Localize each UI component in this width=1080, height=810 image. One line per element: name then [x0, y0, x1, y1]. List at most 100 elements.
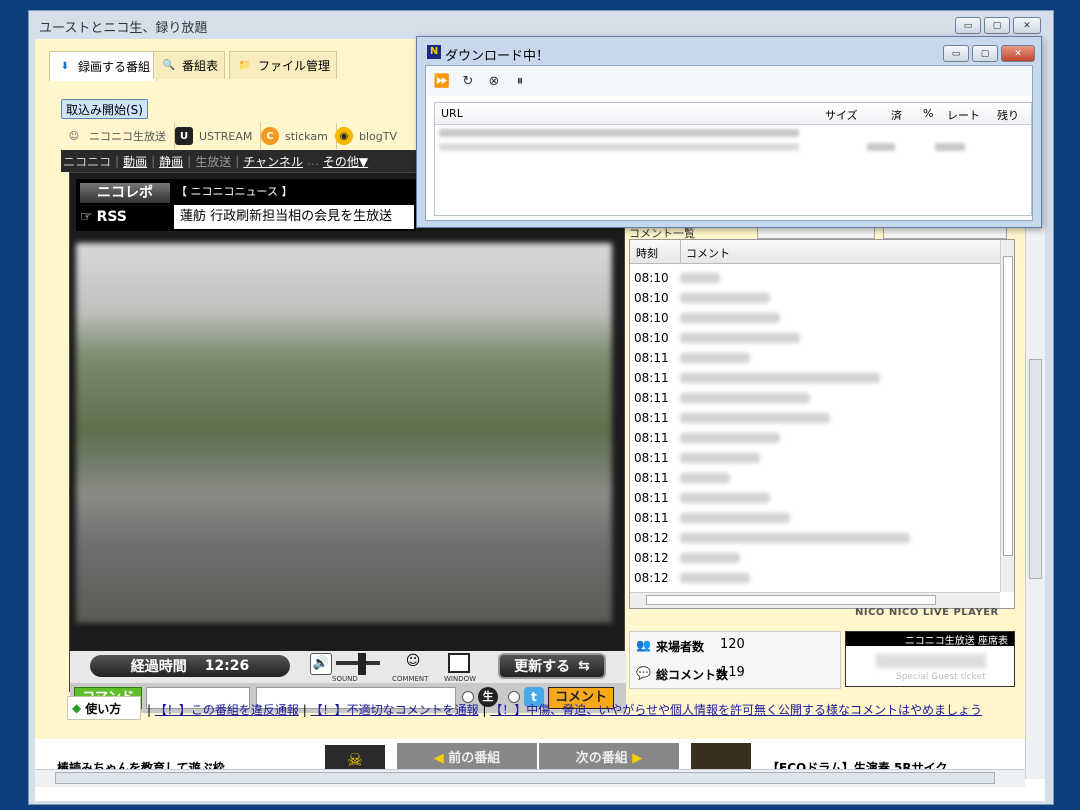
comment-row[interactable]: 08:10 [630, 328, 1000, 348]
main-window-title: ユーストとニコ生、録り放題 [39, 21, 208, 36]
load-start-button[interactable]: 取込み開始(S) [61, 99, 148, 119]
nicorepo-logo: ニコレポ [80, 183, 170, 203]
download-row-url-blurred[interactable] [439, 143, 799, 151]
download-caption-buttons: ▭ ▢ ✕ [943, 45, 1035, 62]
comment-row[interactable]: 08:12 [630, 548, 1000, 568]
fast-forward-icon[interactable]: ⏩ [434, 73, 450, 89]
nav-seiga[interactable]: 静画 [159, 153, 183, 170]
nav-channel[interactable]: チャンネル [243, 153, 303, 170]
video-frame[interactable] [76, 243, 612, 623]
comment-time: 08:11 [634, 451, 669, 465]
comment-toggle-icon[interactable]: ☺ [398, 653, 428, 673]
service-ustream[interactable]: U USTREAM [175, 123, 262, 149]
download-row-title-blurred[interactable] [439, 129, 799, 137]
blogtv-icon: ◉ [335, 127, 353, 145]
comment-row[interactable]: 08:11 [630, 348, 1000, 368]
col-comment[interactable]: コメント [686, 245, 730, 261]
window-label: WINDOW [444, 675, 477, 683]
elapsed-label: 経過時間 [130, 659, 187, 675]
comment-row[interactable]: 08:10 [630, 268, 1000, 288]
report-program-link[interactable]: 【！】この番組を違反通報 [155, 703, 299, 717]
comment-rule-link[interactable]: 【！】中傷、脅迫、いやがらせや個人情報を許可無く公開する様なコメントはやめましょ… [490, 703, 982, 717]
comment-row[interactable]: 08:11 [630, 488, 1000, 508]
rss-label: RSS [96, 209, 127, 225]
comment-row[interactable]: 08:11 [630, 408, 1000, 428]
comment-text-blurred [680, 533, 910, 543]
comment-time: 08:11 [634, 411, 669, 425]
tab-schedule[interactable]: 🔍 番組表 [153, 51, 226, 79]
comment-row[interactable]: 08:10 [630, 288, 1000, 308]
minimize-button[interactable]: ▭ [955, 17, 981, 34]
service-ustream-label: USTREAM [199, 129, 253, 143]
col-done[interactable]: 済 [891, 107, 902, 123]
comment-row[interactable]: 08:11 [630, 448, 1000, 468]
maximize-button[interactable]: ▢ [984, 17, 1010, 34]
download-client: ⏩ ↻ ⊗ ⏸ URL サイズ 済 % レート 残り [425, 65, 1033, 221]
prev-program-label: 前の番組 [448, 751, 501, 766]
comment-row[interactable]: 08:11 [630, 508, 1000, 528]
tab-files[interactable]: 📁 ファイル管理 [229, 51, 338, 79]
comment-row[interactable]: 08:11 [630, 368, 1000, 388]
report-comment-link[interactable]: 【！】不適切なコメントを通報 [311, 703, 479, 717]
main-hscroll-thumb[interactable] [55, 772, 995, 784]
comment-time: 08:11 [634, 491, 669, 505]
player-brand-footer: NICO NICO LIVE PLAYER [855, 607, 999, 618]
comment-row[interactable]: 08:11 [630, 388, 1000, 408]
dl-minimize-button[interactable]: ▭ [943, 45, 969, 62]
col-remaining[interactable]: 残り [997, 107, 1019, 123]
main-hscrollbar[interactable] [35, 769, 1025, 787]
comment-row[interactable]: 08:10 [630, 308, 1000, 328]
comment-scroll-thumb[interactable] [1003, 256, 1013, 556]
download-table-header: URL サイズ 済 % レート 残り [435, 103, 1031, 125]
comment-time: 08:11 [634, 471, 669, 485]
tab-record[interactable]: ⬇ 録画する番組 [49, 51, 158, 81]
col-rate[interactable]: レート [947, 107, 980, 123]
close-button[interactable]: ✕ [1013, 17, 1041, 34]
news-source: 【 ニコニコニュース 】 [176, 185, 293, 198]
comment-row[interactable]: 08:11 [630, 468, 1000, 488]
pause-icon[interactable]: ⏸ [512, 73, 528, 89]
comment-vscrollbar[interactable] [1000, 240, 1014, 592]
download-window: N ダウンロード中！ ▭ ▢ ✕ ⏩ ↻ ⊗ ⏸ URL サイズ 済 % レート… [416, 36, 1042, 228]
dl-maximize-button[interactable]: ▢ [972, 45, 998, 62]
sound-icon[interactable]: 🔊 [310, 653, 332, 675]
comment-filter-box-2[interactable] [883, 227, 1007, 239]
nav-live[interactable]: 生放送 [195, 153, 231, 170]
comment-time: 08:12 [634, 571, 669, 585]
rss-link[interactable]: ☞ RSS [80, 207, 170, 227]
comment-row[interactable]: 08:11 [630, 428, 1000, 448]
comment-text-blurred [680, 353, 750, 363]
nav-more[interactable]: その他▼ [323, 153, 368, 170]
refresh-button[interactable]: 更新する ⇆ [498, 653, 606, 679]
service-blogtv[interactable]: ◉ blogTV [335, 123, 405, 149]
seat-ticket[interactable]: ニコニコ生放送 座席表 Special Guest ticket [845, 631, 1015, 687]
tab-schedule-label: 番組表 [182, 59, 219, 73]
dl-close-button[interactable]: ✕ [1001, 45, 1035, 62]
comment-hscrollbar[interactable] [630, 592, 1000, 608]
window-icon[interactable] [448, 653, 470, 673]
cancel-icon[interactable]: ⊗ [486, 73, 502, 89]
news-headline[interactable]: 蓮舫 行政刷新担当相の会見を生放送 [174, 205, 414, 229]
nav-douga[interactable]: 動画 [123, 153, 147, 170]
howto-button[interactable]: ◆ 使い方 [67, 696, 141, 720]
player-control-bar: 経過時間 12:26 🔊 SOUND ☺ COMMENT WINDOW 更新する… [70, 651, 626, 683]
comment-list-header: 時刻 コメント [630, 240, 1000, 264]
comment-hscroll-thumb[interactable] [646, 595, 936, 605]
volume-slider-handle[interactable] [358, 653, 366, 675]
comment-row[interactable]: 08:12 [630, 568, 1000, 588]
comment-filter-box[interactable] [757, 227, 875, 239]
col-percent[interactable]: % [923, 107, 933, 120]
service-niconico[interactable]: ☺ ニコニコ生放送 [65, 123, 175, 149]
nico-brand[interactable]: ニコニコ [63, 153, 111, 170]
comment-count-icon: 💬 [636, 666, 651, 680]
main-vscroll-thumb[interactable] [1029, 359, 1042, 579]
col-size[interactable]: サイズ [825, 107, 858, 123]
comment-row[interactable]: 08:12 [630, 528, 1000, 548]
comment-time: 08:12 [634, 551, 669, 565]
comment-time: 08:10 [634, 311, 669, 325]
col-time[interactable]: 時刻 [636, 245, 658, 261]
col-url[interactable]: URL [441, 107, 463, 120]
service-stickam[interactable]: C stickam [261, 123, 337, 149]
visitors-icon: 👥 [636, 638, 651, 652]
retry-icon[interactable]: ↻ [460, 73, 476, 89]
